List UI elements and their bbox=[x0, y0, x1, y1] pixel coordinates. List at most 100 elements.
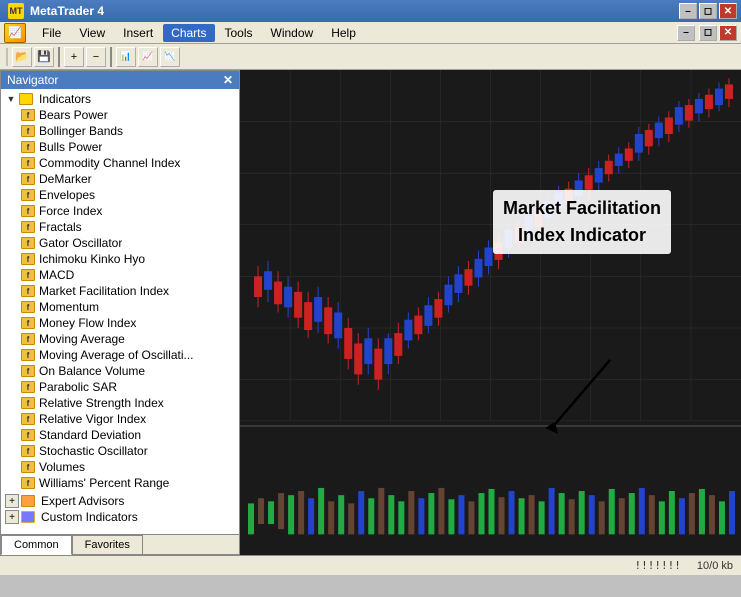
nav-item-label-19: Relative Strength Index bbox=[39, 396, 164, 410]
navigator-header: Navigator ✕ bbox=[1, 71, 239, 89]
nav-item-label-22: Stochastic Oscillator bbox=[39, 444, 148, 458]
toolbar-separator2 bbox=[110, 47, 112, 67]
annotation-line1: Market Facilitation bbox=[503, 198, 661, 218]
nav-item-label-23: Volumes bbox=[39, 460, 85, 474]
title-bar-left: MT MetaTrader 4 bbox=[8, 3, 104, 19]
indicator-icon-6: f bbox=[21, 189, 35, 201]
indicator-icon-11: f bbox=[21, 269, 35, 281]
nav-item-macd[interactable]: f MACD bbox=[1, 267, 239, 283]
menu-minimize-button[interactable]: – bbox=[677, 25, 695, 41]
nav-item-label-14: Money Flow Index bbox=[39, 316, 136, 330]
menu-insert[interactable]: Insert bbox=[115, 24, 161, 42]
nav-item-label-16: Moving Average of Oscillati... bbox=[39, 348, 194, 362]
menu-tools[interactable]: Tools bbox=[217, 24, 261, 42]
nav-item-rsi[interactable]: f Relative Strength Index bbox=[1, 395, 239, 411]
indicator-icon-16: f bbox=[21, 349, 35, 361]
nav-item-label-24: Williams' Percent Range bbox=[39, 476, 169, 490]
expand-custom-icon[interactable]: + bbox=[5, 510, 19, 524]
nav-section-experts[interactable]: + Expert Advisors bbox=[1, 493, 239, 509]
title-text: MetaTrader 4 bbox=[30, 4, 104, 18]
toolbar-btn-5[interactable]: 📊 bbox=[116, 47, 136, 67]
tab-favorites[interactable]: Favorites bbox=[72, 535, 143, 554]
toolbar-separator bbox=[58, 47, 60, 67]
menu-view[interactable]: View bbox=[71, 24, 113, 42]
menu-restore-button[interactable]: ◻ bbox=[699, 25, 717, 41]
nav-item-label-2: Bollinger Bands bbox=[39, 124, 123, 138]
nav-item-fractals[interactable]: f Fractals bbox=[1, 219, 239, 235]
nav-item-ichimoku[interactable]: f Ichimoku Kinko Hyo bbox=[1, 251, 239, 267]
menu-window[interactable]: Window bbox=[263, 24, 322, 42]
nav-item-label-13: Momentum bbox=[39, 300, 99, 314]
nav-section-indicators[interactable]: ▼ Indicators bbox=[1, 91, 239, 107]
toolbar-btn-3[interactable]: + bbox=[64, 47, 84, 67]
nav-item-momentum[interactable]: f Momentum bbox=[1, 299, 239, 315]
nav-item-gator[interactable]: f Gator Oscillator bbox=[1, 235, 239, 251]
nav-item-std-dev[interactable]: f Standard Deviation bbox=[1, 427, 239, 443]
toolbar-btn-7[interactable]: 📉 bbox=[160, 47, 180, 67]
nav-section-custom[interactable]: + Custom Indicators bbox=[1, 509, 239, 525]
indicator-icon-21: f bbox=[21, 429, 35, 441]
menu-help[interactable]: Help bbox=[323, 24, 364, 42]
indicator-icon-18: f bbox=[21, 381, 35, 393]
app-menu-icon: 📈 bbox=[4, 23, 26, 43]
experts-folder-icon bbox=[21, 495, 35, 507]
indicator-icon-23: f bbox=[21, 461, 35, 473]
nav-item-money-flow[interactable]: f Money Flow Index bbox=[1, 315, 239, 331]
toolbar-btn-2[interactable]: 💾 bbox=[34, 47, 54, 67]
indicator-icon-17: f bbox=[21, 365, 35, 377]
indicator-icon-9: f bbox=[21, 237, 35, 249]
nav-item-obv[interactable]: f On Balance Volume bbox=[1, 363, 239, 379]
minimize-button[interactable]: – bbox=[679, 3, 697, 19]
custom-label: Custom Indicators bbox=[41, 510, 138, 524]
navigator-title: Navigator bbox=[7, 73, 58, 87]
nav-item-bollinger[interactable]: f Bollinger Bands bbox=[1, 123, 239, 139]
menu-charts[interactable]: Charts bbox=[163, 24, 214, 42]
indicator-icon-22: f bbox=[21, 445, 35, 457]
nav-item-stochastic[interactable]: f Stochastic Oscillator bbox=[1, 443, 239, 459]
toolbar-btn-1[interactable]: 📂 bbox=[12, 47, 32, 67]
chart-svg bbox=[240, 70, 741, 555]
restore-button[interactable]: ◻ bbox=[699, 3, 717, 19]
nav-item-parabolic[interactable]: f Parabolic SAR bbox=[1, 379, 239, 395]
nav-item-rvi[interactable]: f Relative Vigor Index bbox=[1, 411, 239, 427]
navigator-panel: Navigator ✕ ▼ Indicators f Bears Power f bbox=[0, 70, 240, 555]
indicator-icon-7: f bbox=[21, 205, 35, 217]
indicator-icon-19: f bbox=[21, 397, 35, 409]
navigator-tabs: Common Favorites bbox=[1, 534, 239, 554]
toolbar-btn-4[interactable]: − bbox=[86, 47, 106, 67]
nav-item-demarker[interactable]: f DeMarker bbox=[1, 171, 239, 187]
nav-item-bears-power[interactable]: f Bears Power bbox=[1, 107, 239, 123]
nav-item-label-4: Commodity Channel Index bbox=[39, 156, 180, 170]
nav-item-label-5: DeMarker bbox=[39, 172, 92, 186]
chart-area[interactable]: Market Facilitation Index Indicator bbox=[240, 70, 741, 555]
nav-item-moving-avg-osc[interactable]: f Moving Average of Oscillati... bbox=[1, 347, 239, 363]
toolbar-btn-6[interactable]: 📈 bbox=[138, 47, 158, 67]
close-button[interactable]: ✕ bbox=[719, 3, 737, 19]
custom-folder-icon bbox=[21, 511, 35, 523]
indicator-icon-4: f bbox=[21, 157, 35, 169]
indicator-icon-5: f bbox=[21, 173, 35, 185]
indicator-icon-2: f bbox=[21, 125, 35, 137]
navigator-body[interactable]: ▼ Indicators f Bears Power f Bollinger B… bbox=[1, 89, 239, 534]
menu-close-button[interactable]: ✕ bbox=[719, 25, 737, 41]
nav-item-moving-avg[interactable]: f Moving Average bbox=[1, 331, 239, 347]
nav-item-label-21: Standard Deviation bbox=[39, 428, 141, 442]
nav-item-label-7: Force Index bbox=[39, 204, 102, 218]
nav-item-force-index[interactable]: f Force Index bbox=[1, 203, 239, 219]
expand-indicators-icon: ▼ bbox=[5, 93, 17, 105]
chart-annotation: Market Facilitation Index Indicator bbox=[493, 190, 671, 254]
nav-item-volumes[interactable]: f Volumes bbox=[1, 459, 239, 475]
nav-item-williams[interactable]: f Williams' Percent Range bbox=[1, 475, 239, 491]
nav-item-envelopes[interactable]: f Envelopes bbox=[1, 187, 239, 203]
nav-item-label-20: Relative Vigor Index bbox=[39, 412, 146, 426]
tab-common[interactable]: Common bbox=[1, 535, 72, 555]
nav-item-cci[interactable]: f Commodity Channel Index bbox=[1, 155, 239, 171]
nav-item-mfi[interactable]: f Market Facilitation Index bbox=[1, 283, 239, 299]
menu-file[interactable]: File bbox=[34, 24, 69, 42]
expand-experts-icon[interactable]: + bbox=[5, 494, 19, 508]
nav-item-bulls-power[interactable]: f Bulls Power bbox=[1, 139, 239, 155]
navigator-close-button[interactable]: ✕ bbox=[223, 73, 233, 87]
app-icon: MT bbox=[8, 3, 24, 19]
annotation-line2: Index Indicator bbox=[518, 225, 646, 245]
indicators-label: Indicators bbox=[39, 92, 91, 106]
